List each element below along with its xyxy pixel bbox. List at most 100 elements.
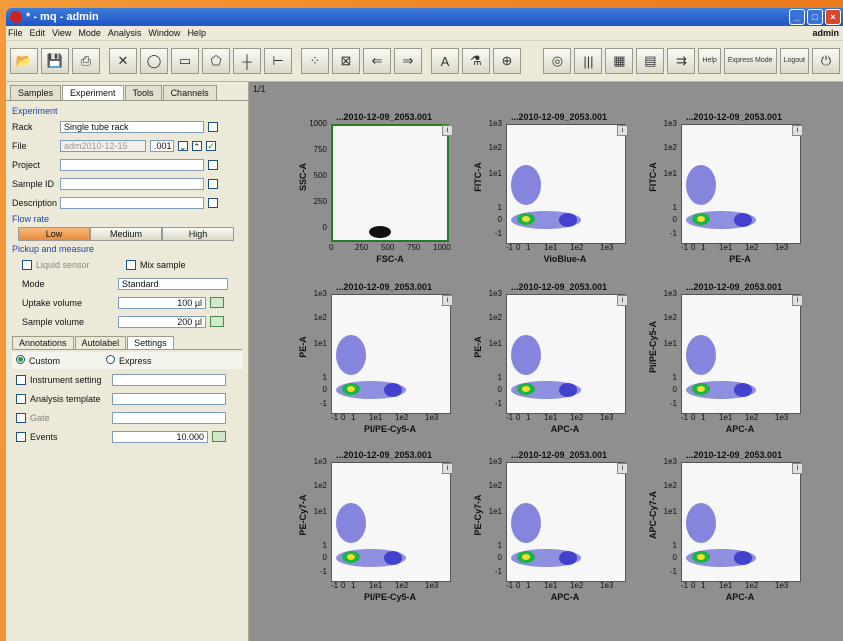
info-icon[interactable]: i [442,463,453,474]
quadrant-gate-icon[interactable]: ┼ [233,48,261,74]
power-icon[interactable]: ⏻ [812,48,840,74]
sample-id-checkbox[interactable] [208,178,218,189]
gate-checkbox[interactable] [16,412,26,423]
tab-channels[interactable]: Channels [162,85,217,100]
plot-canvas[interactable] [506,462,626,582]
plot-canvas[interactable] [506,294,626,414]
chevron-up-icon[interactable]: ⌃ [192,140,202,152]
tube-add-icon[interactable]: ⊕ [493,48,521,74]
express-mode-button[interactable]: Express Mode [723,48,777,74]
project-checkbox[interactable] [208,159,218,170]
instrument-setting-checkbox[interactable] [16,374,26,385]
menu-help[interactable]: Help [187,28,206,38]
menu-analysis[interactable]: Analysis [108,28,142,38]
file-field[interactable]: adm2010-12-15 [60,139,146,152]
plot-canvas[interactable] [506,124,626,244]
dotplot-icon[interactable]: ⁘ [301,48,329,74]
analysis-template-checkbox[interactable] [16,393,26,404]
info-icon[interactable]: i [792,463,803,474]
menu-window[interactable]: Window [148,28,180,38]
maximize-button[interactable]: □ [807,9,823,25]
rectangle-gate-icon[interactable]: ▭ [171,48,199,74]
express-radio[interactable] [106,355,115,364]
plot-canvas[interactable] [331,462,451,582]
info-icon[interactable]: i [442,125,453,136]
info-icon[interactable]: i [617,125,628,136]
tab-experiment[interactable]: Experiment [62,85,124,100]
plot-canvas[interactable] [681,462,801,582]
delete-icon[interactable]: ✕ [109,48,137,74]
close-button[interactable]: × [825,9,841,25]
liquid-sensor-checkbox[interactable] [22,259,32,270]
sample-volume-edit-button[interactable] [210,316,224,327]
flow-rate-high[interactable]: High [162,227,234,241]
plot-canvas[interactable] [331,124,449,242]
flow-rate-medium[interactable]: Medium [90,227,162,241]
tab-settings[interactable]: Settings [127,336,174,349]
custom-radio[interactable] [16,355,25,364]
tab-tools[interactable]: Tools [124,85,162,100]
polygon-gate-icon[interactable]: ⬠ [202,48,230,74]
barcode-icon[interactable]: ||| [574,48,603,74]
mode-select[interactable]: Standard [118,277,228,290]
info-icon[interactable]: i [442,295,453,306]
tab-autolabel[interactable]: Autolabel [74,336,127,349]
logout-button[interactable]: Logout [779,48,809,74]
dot-plot[interactable]: ...2010-12-09_2053.001 i FSC-A SSC-A 0 250 500… [298,112,453,267]
info-icon[interactable]: i [792,295,803,306]
dot-plot[interactable]: ...2010-12-09_2053.001 i APC-A PE-Cy7-A -1 0 1… [473,450,628,605]
dot-plot[interactable]: ...2010-12-09_2053.001 i APC-A PI/PE-Cy5-A -… [648,282,803,437]
file-checkbox[interactable]: ✓ [206,140,216,151]
dot-plot[interactable]: ...2010-12-09_2053.001 i APC-A APC-Cy7-A -1 0… [648,450,803,605]
report-icon[interactable]: ▤ [636,48,665,74]
chevron-down-icon[interactable]: ⌄ [178,140,188,152]
minimize-button[interactable]: _ [789,9,805,25]
info-icon[interactable]: i [617,463,628,474]
previous-icon[interactable]: ⇐ [363,48,391,74]
ellipse-gate-icon[interactable]: ◯ [140,48,168,74]
flow-rate-low[interactable]: Low [18,227,90,241]
dot-plot[interactable]: ...2010-12-09_2053.001 i PI/PE-Cy5-A PE-Cy7… [298,450,453,605]
instrument-setting-field[interactable] [112,373,226,386]
help-button[interactable]: Help [698,48,721,74]
sample-id-field[interactable] [60,177,204,190]
next-icon[interactable]: ⇒ [394,48,422,74]
plot-canvas[interactable] [681,124,801,244]
menu-view[interactable]: View [52,28,71,38]
events-checkbox[interactable] [16,431,26,442]
open-icon[interactable]: 📂 [10,48,38,74]
uptake-edit-button[interactable] [210,297,224,308]
menu-mode[interactable]: Mode [78,28,101,38]
tube-icon[interactable]: ⚗ [462,48,490,74]
interval-gate-icon[interactable]: ⊢ [264,48,292,74]
plot-canvas[interactable] [331,294,451,414]
plot-canvas[interactable] [681,294,801,414]
rack-icon[interactable]: ▦ [605,48,634,74]
mix-sample-checkbox[interactable] [126,259,136,270]
description-checkbox[interactable] [208,197,218,208]
print-icon[interactable]: ⎙ [72,48,100,74]
sample-volume-field[interactable]: 200 µl [118,315,206,328]
tab-samples[interactable]: Samples [10,85,62,100]
events-field[interactable]: 10.000 [112,430,208,443]
info-icon[interactable]: i [617,295,628,306]
menu-file[interactable]: File [8,28,23,38]
rack-select[interactable]: Single tube rack [60,120,204,133]
menu-edit[interactable]: Edit [30,28,46,38]
export-icon[interactable]: ⇉ [667,48,696,74]
tab-annotations[interactable]: Annotations [12,336,74,349]
project-field[interactable] [60,158,204,171]
clear-plot-icon[interactable]: ⊠ [332,48,360,74]
annotation-icon[interactable]: A [431,48,459,74]
info-icon[interactable]: i [792,125,803,136]
dot-plot[interactable]: ...2010-12-09_2053.001 i PE-A FITC-A -1 0 1 1e1… [648,112,803,267]
dot-plot[interactable]: ...2010-12-09_2053.001 i APC-A PE-A -1 0 1 1e1 1… [473,282,628,437]
uptake-volume-field[interactable]: 100 µl [118,296,206,309]
events-edit-button[interactable] [212,431,226,442]
analysis-template-field[interactable] [112,392,226,405]
disc-icon[interactable]: ◎ [543,48,572,74]
dot-plot[interactable]: ...2010-12-09_2053.001 i PI/PE-Cy5-A PE-A -1… [298,282,453,437]
save-icon[interactable]: 💾 [41,48,69,74]
dot-plot[interactable]: ...2010-12-09_2053.001 i VioBlue-A FITC-A -1… [473,112,628,267]
rack-checkbox[interactable] [208,121,218,132]
